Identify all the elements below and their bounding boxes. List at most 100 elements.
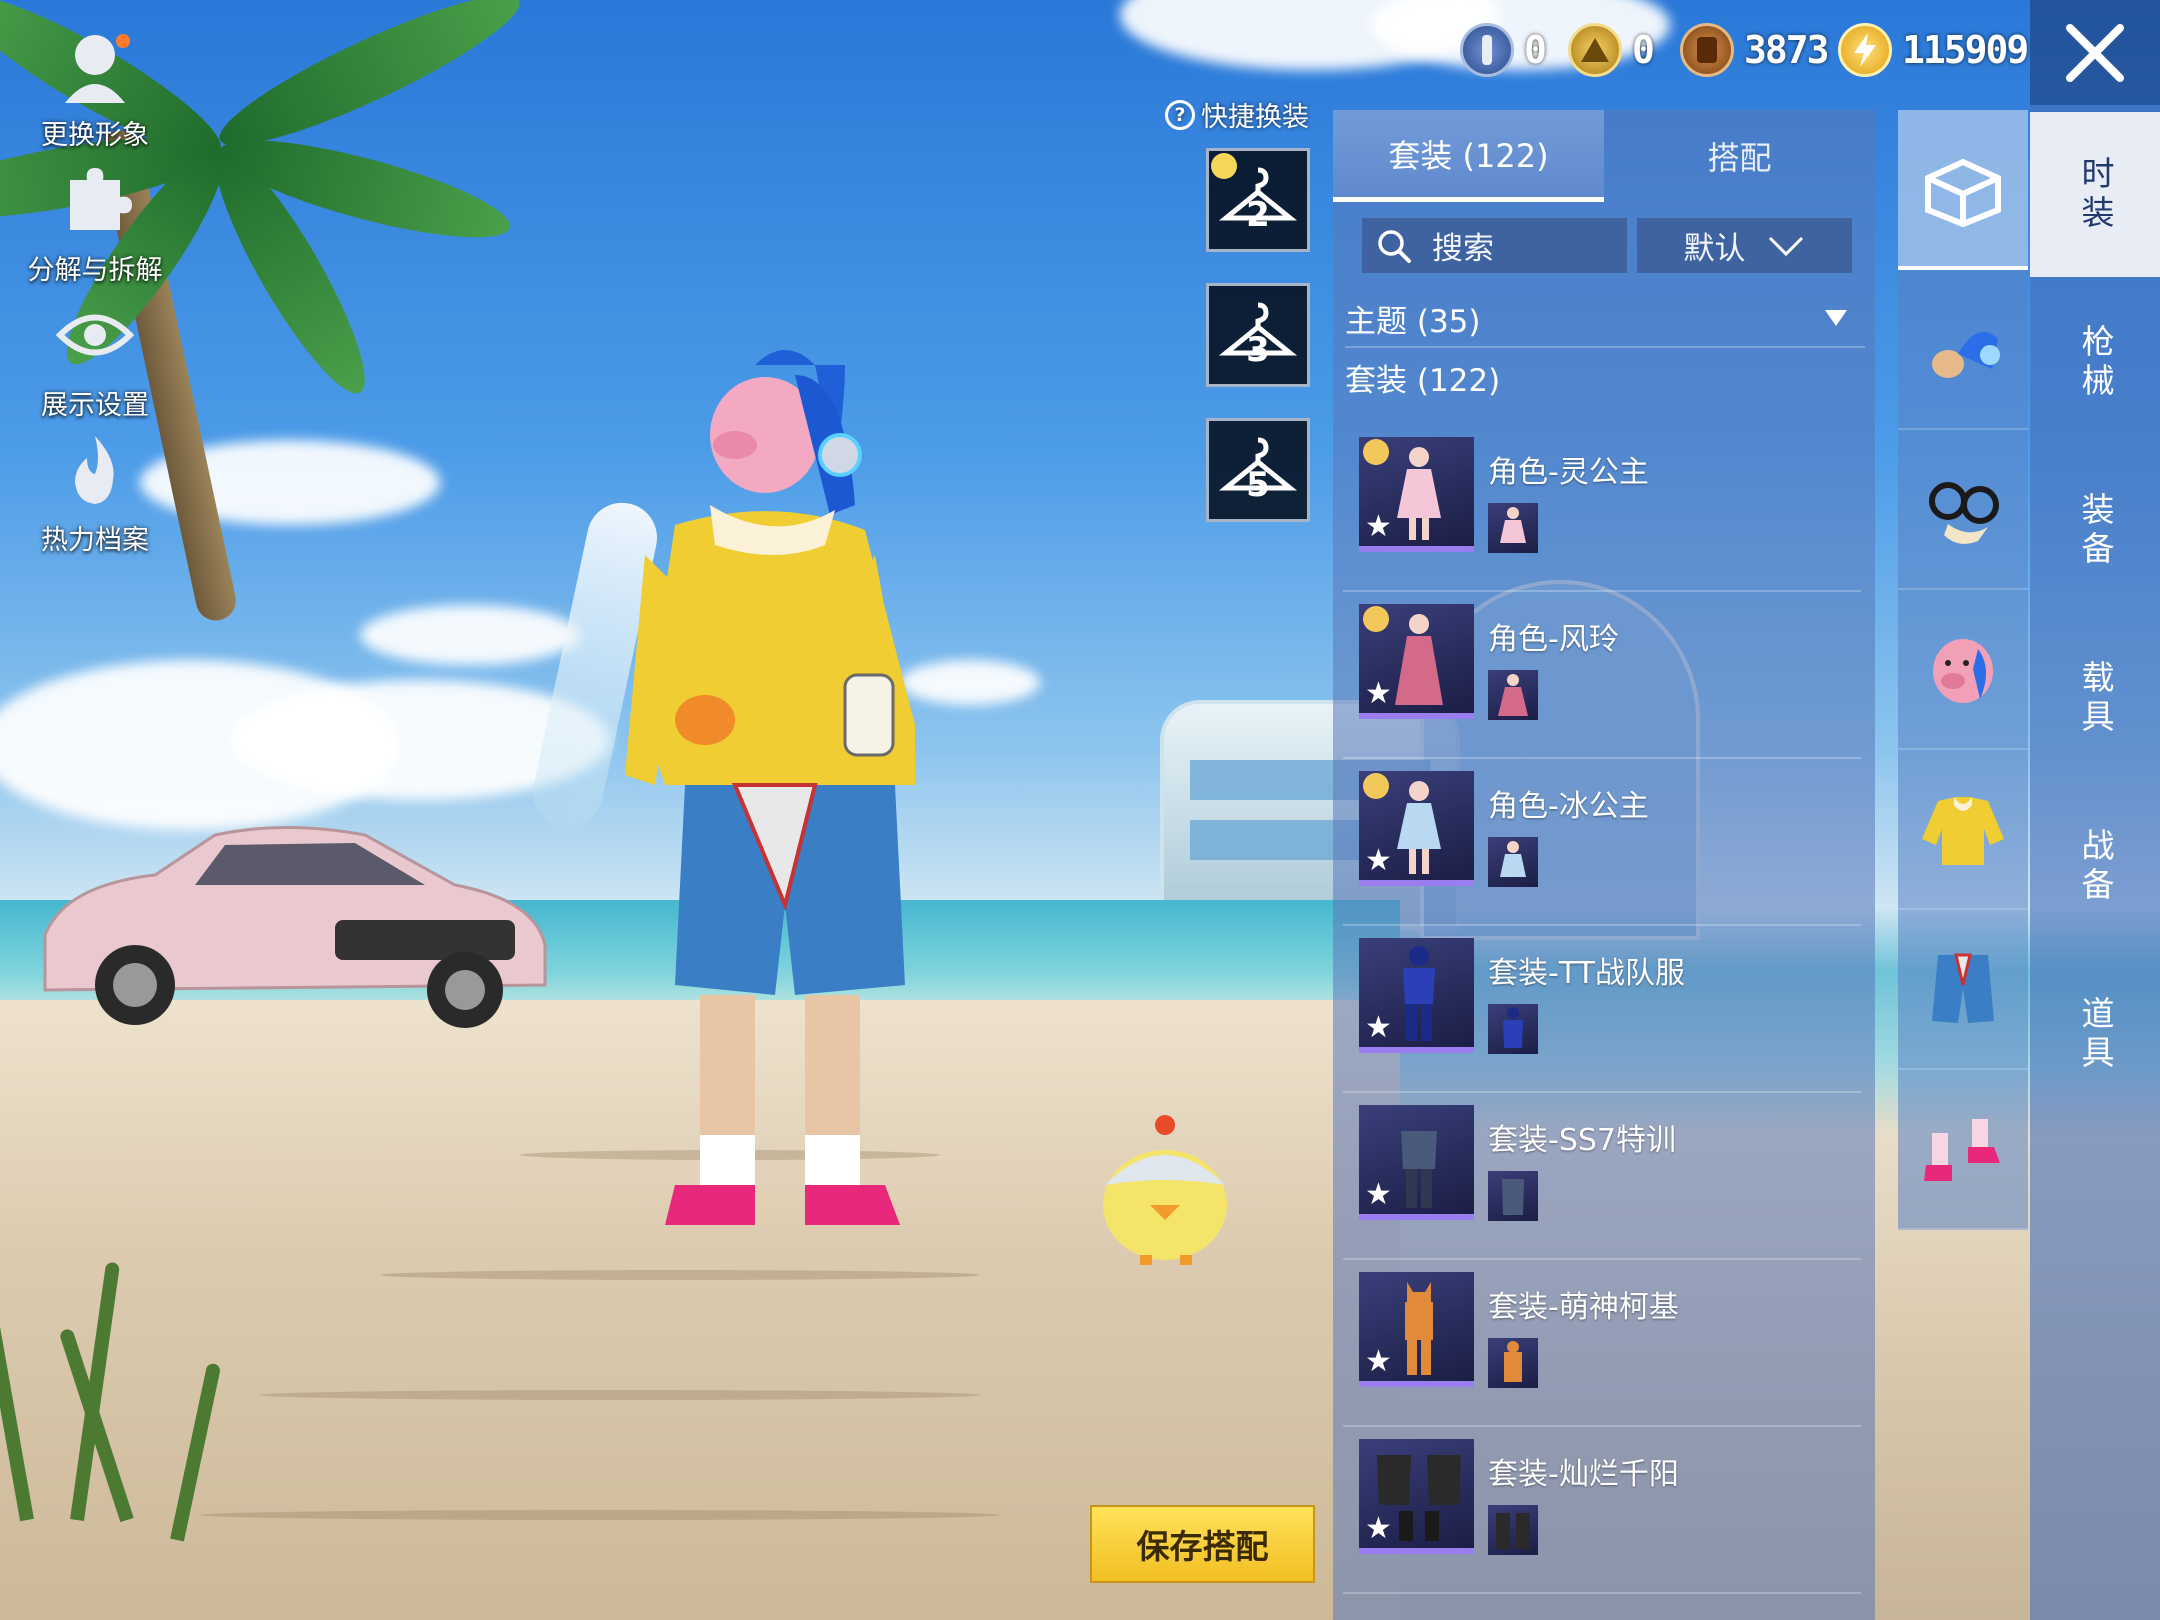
flame-icon xyxy=(75,436,114,504)
outfit-slot-2[interactable]: 3 xyxy=(1206,283,1310,387)
bronze-coin-icon xyxy=(1680,23,1734,77)
outfit-figure xyxy=(1401,1131,1437,1208)
heat-profile-button[interactable]: 热力档案 xyxy=(10,430,180,557)
blue-coin-icon xyxy=(1460,23,1514,77)
outfit-thumbnail: ★ xyxy=(1359,938,1474,1053)
theme-filter-row[interactable]: 主题 (35) xyxy=(1345,290,1865,348)
pig-mask-icon xyxy=(1933,639,1993,703)
eye-icon xyxy=(55,314,135,356)
outfit-part-figure xyxy=(1500,507,1526,543)
outfit-part-figure xyxy=(1500,841,1526,877)
category-headwear[interactable] xyxy=(1898,270,2028,430)
star-icon: ★ xyxy=(1365,843,1392,878)
star-icon: ★ xyxy=(1365,1511,1392,1546)
currency-blue-value: 0 xyxy=(1524,28,1547,72)
sort-label: 默认 xyxy=(1683,231,1746,267)
tab-combat-gear[interactable]: 战备 xyxy=(2030,784,2160,949)
glasses-icon xyxy=(1929,482,1999,544)
outfit-item[interactable]: ★ 套装-SS7特训 xyxy=(1343,1093,1861,1260)
outfit-part-thumbnail[interactable] xyxy=(1488,503,1538,553)
currency-gold-emblem[interactable]: 0 xyxy=(1568,22,1655,78)
currency-blue[interactable]: 0 xyxy=(1460,22,1547,78)
decompose-button[interactable]: 分解与拆解 xyxy=(10,160,180,287)
category-tops[interactable] xyxy=(1898,750,2028,910)
outfit-thumbnail: ★ xyxy=(1359,604,1474,719)
display-settings-label: 展示设置 xyxy=(41,390,149,421)
puzzle-icon xyxy=(70,168,132,230)
outfit-thumbnail: ★ xyxy=(1359,771,1474,886)
star-icon: ★ xyxy=(1365,676,1392,711)
tab-combinations[interactable]: 搭配 xyxy=(1604,110,1875,202)
outfit-part-thumbnail[interactable] xyxy=(1488,670,1538,720)
currency-lightning[interactable]: 115909 xyxy=(1838,22,2029,78)
outfit-slot-3[interactable]: 5 xyxy=(1206,418,1310,522)
outfit-item[interactable]: ★ 套装-灿烂千阳 xyxy=(1343,1427,1861,1594)
outfit-part-thumbnail[interactable] xyxy=(1488,1338,1538,1388)
close-icon xyxy=(2066,23,2124,82)
tab-equipment-label: 装备 xyxy=(2076,491,2115,570)
outfit-name: 套装-SS7特训 xyxy=(1488,1123,1676,1158)
category-bottoms[interactable] xyxy=(1898,910,2028,1070)
tab-fashion-label: 时装 xyxy=(2076,155,2115,234)
category-glasses[interactable] xyxy=(1898,430,2028,590)
tab-outfits[interactable]: 套装 (122) xyxy=(1333,110,1604,202)
outfit-slot-number: 3 xyxy=(1246,330,1270,370)
sand-ripple xyxy=(200,1510,1000,1520)
star-icon: ★ xyxy=(1365,509,1392,544)
outfit-item[interactable]: ★ 套装-萌神柯基 xyxy=(1343,1260,1861,1427)
outfit-name: 角色-风玲 xyxy=(1488,622,1619,657)
outfit-part-thumbnail[interactable] xyxy=(1488,1004,1538,1054)
search-icon xyxy=(1378,230,1411,263)
pink-car xyxy=(43,826,547,1028)
outfit-part-figure xyxy=(1496,1513,1530,1549)
outfit-slot-number: 2 xyxy=(1246,195,1270,235)
quick-switch-label: 快捷换装 xyxy=(1201,102,1309,133)
category-shoes[interactable] xyxy=(1898,1070,2028,1230)
search-input[interactable]: 搜索 xyxy=(1362,218,1627,273)
player-character xyxy=(625,350,915,1225)
outfit-slot-1[interactable]: 2 xyxy=(1206,148,1310,252)
wardrobe-tabs: 套装 (122) 搭配 xyxy=(1333,110,1875,202)
outfit-part-thumbnail[interactable] xyxy=(1488,1505,1538,1555)
outfit-thumbnail: ★ xyxy=(1359,1105,1474,1220)
theme-label: 主题 (35) xyxy=(1345,303,1481,340)
heat-profile-label: 热力档案 xyxy=(41,525,149,556)
sort-dropdown[interactable]: 默认 xyxy=(1637,218,1852,273)
decompose-label: 分解与拆解 xyxy=(27,255,163,286)
quick-switch-help[interactable]: ? 快捷换装 xyxy=(1165,95,1309,134)
display-settings-button[interactable]: 展示设置 xyxy=(10,295,180,422)
save-outfit-button[interactable]: 保存搭配 xyxy=(1090,1505,1315,1583)
outfit-item[interactable]: ★ 角色-风玲 xyxy=(1343,592,1861,759)
outfit-item[interactable]: ★ 角色-冰公主 xyxy=(1343,759,1861,926)
outfit-part-figure xyxy=(1503,1007,1523,1048)
tab-vehicles-label: 载具 xyxy=(2076,659,2115,738)
star-icon: ★ xyxy=(1365,1177,1392,1212)
category-all-outfits[interactable] xyxy=(1898,110,2028,270)
emoji-badge-icon xyxy=(1211,153,1237,179)
category-masks[interactable] xyxy=(1898,590,2028,750)
triangle-down-icon xyxy=(1825,310,1847,326)
outfit-name: 套装-萌神柯基 xyxy=(1488,1290,1679,1325)
outfit-thumbnail: ★ xyxy=(1359,437,1474,552)
outfit-item[interactable]: ★ 角色-灵公主 xyxy=(1343,425,1861,592)
wardrobe-box-icon xyxy=(1925,158,2001,228)
outfit-item[interactable]: ★ 套装-TT战队服 xyxy=(1343,926,1861,1093)
outfit-part-figure xyxy=(1504,1341,1522,1382)
change-avatar-button[interactable]: 更换形象 xyxy=(10,25,180,152)
tab-fashion[interactable]: 时装 xyxy=(2030,112,2160,277)
outfit-part-thumbnail[interactable] xyxy=(1488,1171,1538,1221)
tab-props[interactable]: 道具 xyxy=(2030,952,2160,1117)
sand-ripple xyxy=(380,1270,980,1280)
tab-vehicles[interactable]: 载具 xyxy=(2030,616,2160,781)
tab-weapons[interactable]: 枪械 xyxy=(2030,280,2160,445)
shorts-icon xyxy=(1932,953,1994,1023)
outfit-part-figure xyxy=(1502,1179,1524,1215)
currency-bronze[interactable]: 3873 xyxy=(1680,22,1830,78)
currency-gold-emblem-value: 0 xyxy=(1632,28,1655,72)
close-button[interactable] xyxy=(2030,0,2160,105)
outfit-part-thumbnail[interactable] xyxy=(1488,837,1538,887)
outfit-slot-number: 5 xyxy=(1246,465,1270,505)
currency-lightning-value: 115909 xyxy=(1902,28,2029,72)
avatar-icon xyxy=(65,34,130,103)
tab-equipment[interactable]: 装备 xyxy=(2030,448,2160,613)
